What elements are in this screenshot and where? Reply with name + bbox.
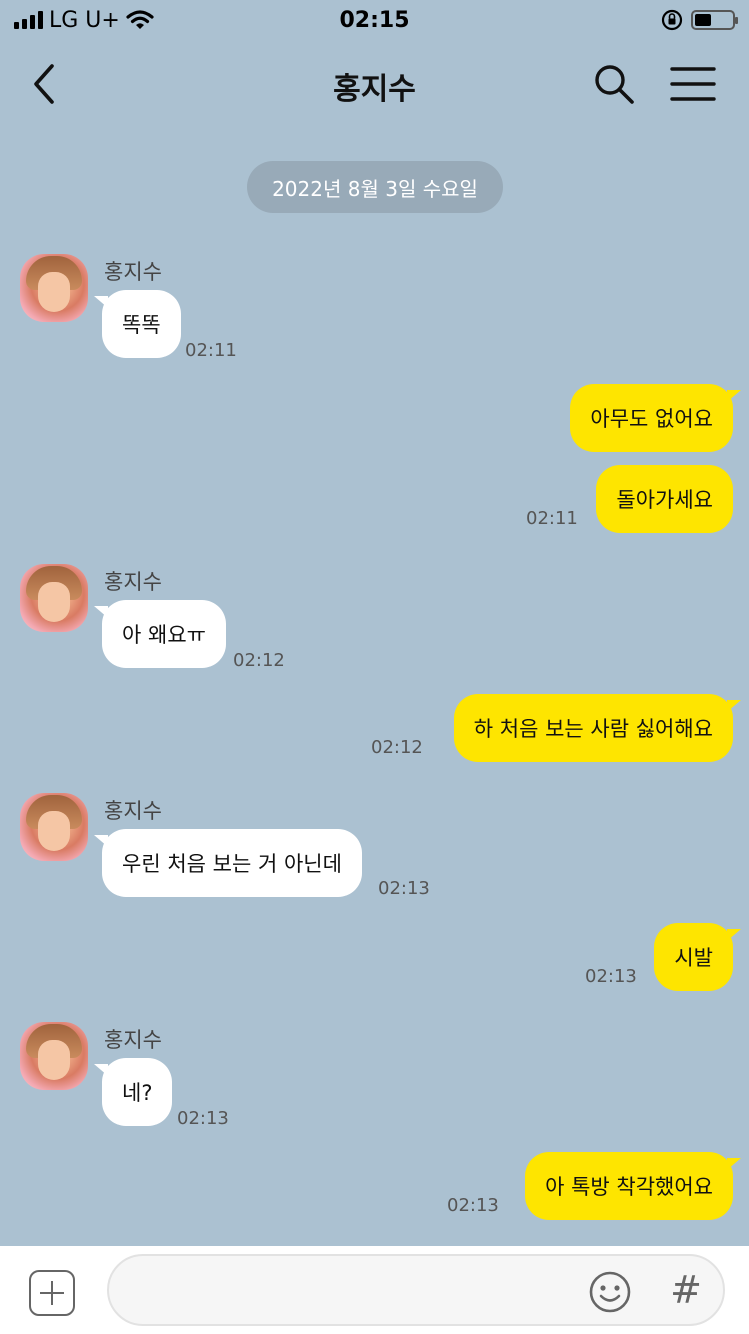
sender-name: 홍지수 xyxy=(104,570,162,594)
message-bubble-incoming[interactable]: 똑똑 xyxy=(94,290,181,358)
message-bubble-incoming[interactable]: 아 왜요ㅠ xyxy=(94,600,226,668)
message-bubble-outgoing[interactable]: 시발 xyxy=(654,923,741,991)
message-bubble-outgoing[interactable]: 아 톡방 착각했어요 xyxy=(525,1152,741,1220)
message-time: 02:13 xyxy=(177,1108,229,1129)
emoji-icon[interactable] xyxy=(588,1270,632,1314)
message-time: 02:13 xyxy=(378,878,430,899)
message-bubble-incoming[interactable]: 네? xyxy=(93,1058,173,1126)
cellular-signal-icon xyxy=(14,11,43,29)
avatar[interactable] xyxy=(20,254,88,322)
message-time: 02:11 xyxy=(185,340,237,361)
status-right xyxy=(661,9,738,31)
message-bubble-outgoing[interactable]: 돌아가세요 xyxy=(596,465,733,533)
message-time: 02:13 xyxy=(447,1195,499,1216)
battery-icon xyxy=(691,10,738,30)
message-bubble-incoming[interactable]: 우린 처음 보는 거 아닌데 xyxy=(94,829,362,897)
chat-header: 홍지수 xyxy=(0,44,749,124)
status-bar: LG U+ 02:15 xyxy=(0,0,749,40)
menu-icon[interactable] xyxy=(668,64,718,104)
chat-title: 홍지수 xyxy=(333,72,416,107)
message-time: 02:12 xyxy=(371,737,423,758)
hashtag-search-button[interactable]: # xyxy=(664,1266,708,1314)
avatar[interactable] xyxy=(20,793,88,861)
orientation-lock-icon xyxy=(661,9,683,31)
message-time: 02:11 xyxy=(526,508,578,529)
message-input[interactable] xyxy=(107,1254,725,1326)
message-input-bar: # xyxy=(0,1246,749,1334)
carrier-label: LG U+ xyxy=(49,7,120,33)
sender-name: 홍지수 xyxy=(104,1028,162,1052)
avatar[interactable] xyxy=(20,564,88,632)
message-time: 02:13 xyxy=(585,966,637,987)
message-bubble-outgoing[interactable]: 하 처음 보는 사람 싫어해요 xyxy=(453,694,742,762)
battery-level xyxy=(695,14,712,26)
message-bubble-outgoing[interactable]: 아무도 없어요 xyxy=(570,384,741,452)
search-icon[interactable] xyxy=(592,62,636,106)
sender-name: 홍지수 xyxy=(104,260,162,284)
avatar[interactable] xyxy=(20,1022,88,1090)
sender-name: 홍지수 xyxy=(104,799,162,823)
wifi-icon xyxy=(126,10,154,29)
message-time: 02:12 xyxy=(233,650,285,671)
status-left: LG U+ xyxy=(14,8,154,33)
date-divider: 2022년 8월 3일 수요일 xyxy=(247,161,503,213)
attach-plus-button[interactable] xyxy=(29,1270,75,1316)
